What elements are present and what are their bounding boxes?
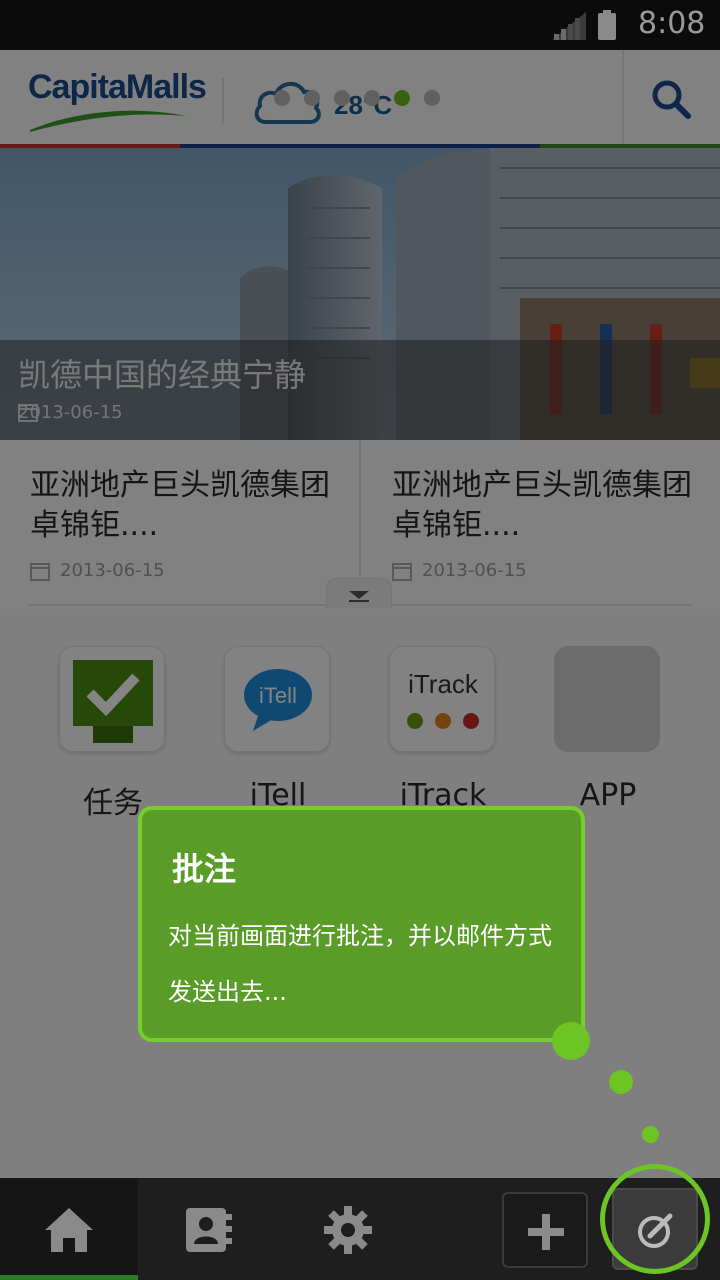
plus-icon: [528, 1214, 564, 1250]
signal-icon: [552, 12, 586, 40]
tooltip-bubble: [552, 1022, 590, 1060]
home-icon: [45, 1208, 93, 1252]
nav-add-button[interactable]: [502, 1192, 588, 1268]
nav-contacts-button[interactable]: [138, 1178, 278, 1280]
contacts-icon: [186, 1208, 232, 1252]
nav-home-button[interactable]: [0, 1178, 138, 1280]
nav-settings-button[interactable]: [278, 1178, 418, 1280]
tooltip-bubble: [609, 1070, 633, 1094]
status-time: 8:08: [638, 6, 706, 41]
status-bar: 8:08: [0, 0, 720, 50]
gear-icon: [324, 1206, 372, 1254]
battery-icon: [598, 10, 616, 40]
tutorial-overlay[interactable]: [0, 50, 720, 1280]
annotate-tooltip: 批注 对当前画面进行批注，并以邮件方式发送出去...: [138, 806, 585, 1042]
tooltip-body: 对当前画面进行批注，并以邮件方式发送出去...: [168, 922, 552, 1006]
annotate-highlight-ring: [600, 1164, 710, 1274]
tooltip-title: 批注: [172, 850, 237, 888]
tooltip-bubble: [642, 1126, 659, 1143]
